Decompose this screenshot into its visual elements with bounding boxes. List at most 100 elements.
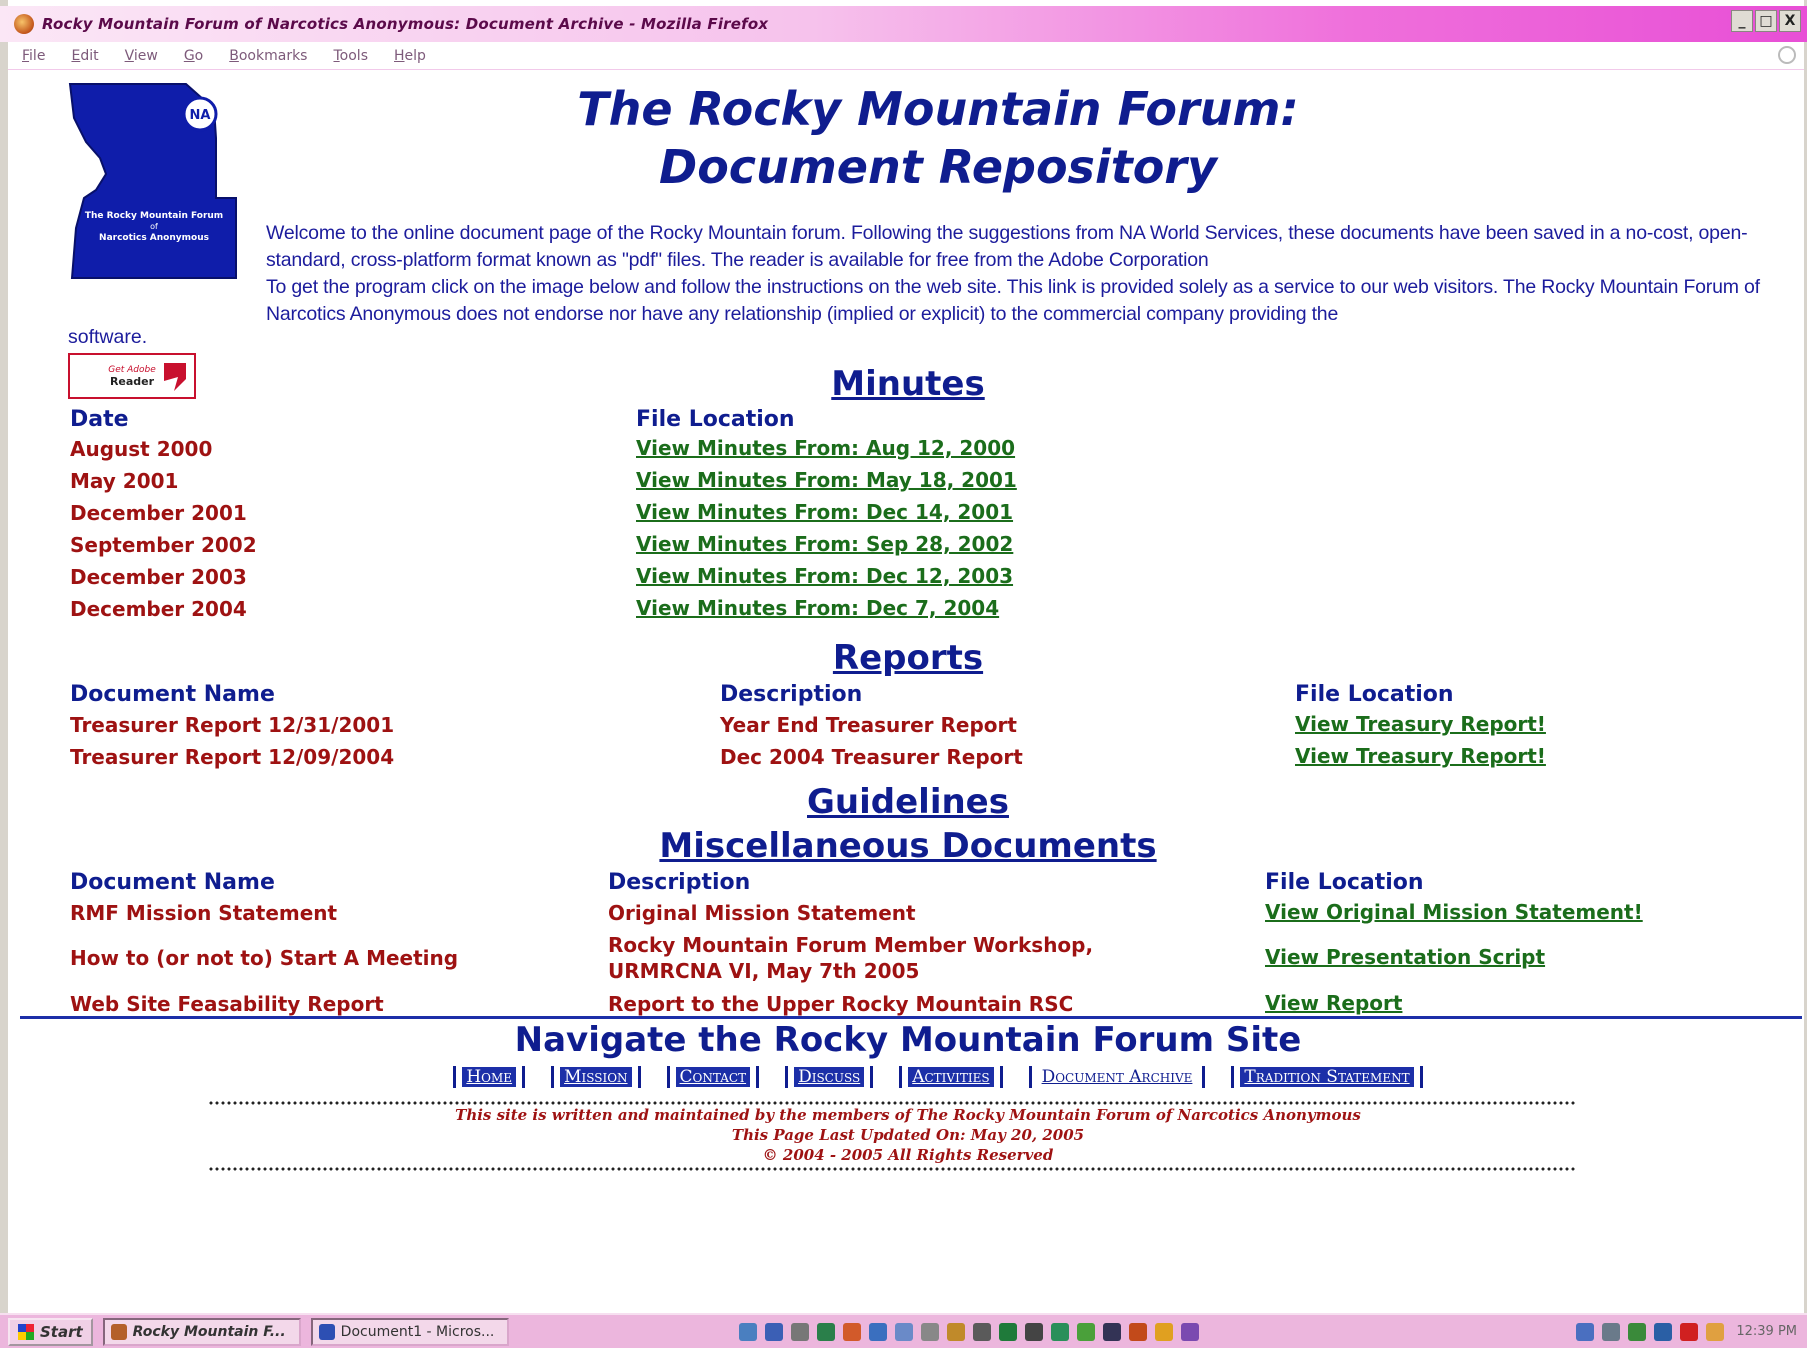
- nav-document-archive[interactable]: Document Archive: [1028, 1066, 1206, 1088]
- report-link[interactable]: View Treasury Report!: [1295, 744, 1546, 768]
- report-link[interactable]: View Treasury Report!: [1295, 712, 1546, 736]
- quick-launch-icon[interactable]: [816, 1322, 835, 1341]
- logo-text-line2: of: [150, 222, 158, 231]
- nav-document-archive-label: Document Archive: [1041, 1067, 1193, 1087]
- taskbar-item-word[interactable]: Document1 - Micros...: [310, 1317, 509, 1346]
- misc-doc-link[interactable]: View Presentation Script: [1265, 945, 1545, 969]
- tray-icon[interactable]: [1628, 1322, 1647, 1341]
- report-name: Treasurer Report 12/09/2004: [70, 745, 395, 769]
- misc-col-name: Document Name: [70, 870, 275, 895]
- window-controls: _ □ X: [1731, 10, 1801, 32]
- intro-paragraph-2: To get the program click on the image be…: [266, 276, 1760, 325]
- misc-doc-link[interactable]: View Report: [1265, 991, 1402, 1015]
- adobe-get-label: Get Adobe: [108, 364, 156, 375]
- taskbar-item-firefox[interactable]: Rocky Mountain F...: [102, 1317, 301, 1346]
- system-tray: [1576, 1322, 1725, 1341]
- close-button[interactable]: X: [1779, 10, 1801, 32]
- quick-launch-icon[interactable]: [1128, 1322, 1147, 1341]
- quick-launch-icon[interactable]: [1024, 1322, 1043, 1341]
- misc-doc-desc-line1: Rocky Mountain Forum Member Workshop,: [608, 933, 1094, 957]
- tray-icon[interactable]: [1576, 1322, 1595, 1341]
- window-title: Rocky Mountain Forum of Narcotics Anonym…: [42, 15, 769, 33]
- menu-tools[interactable]: Tools: [333, 48, 368, 64]
- minutes-link[interactable]: View Minutes From: Dec 7, 2004: [636, 596, 999, 620]
- nav-home[interactable]: Home: [453, 1066, 526, 1088]
- minutes-date: December 2004: [70, 597, 247, 621]
- quick-launch-icon[interactable]: [920, 1322, 939, 1341]
- reports-title[interactable]: Reports: [608, 638, 1208, 678]
- misc-title[interactable]: Miscellaneous Documents: [508, 826, 1308, 866]
- minutes-link[interactable]: View Minutes From: Sep 28, 2002: [636, 532, 1013, 556]
- logo-text-line3: Narcotics Anonymous: [99, 233, 209, 243]
- nav-contact[interactable]: Contact: [666, 1066, 760, 1088]
- get-adobe-reader-button[interactable]: Get Adobe Reader: [68, 353, 196, 399]
- quick-launch-icon[interactable]: [790, 1322, 809, 1341]
- tray-icon[interactable]: [1654, 1322, 1673, 1341]
- tray-icon[interactable]: [1602, 1322, 1621, 1341]
- menu-edit[interactable]: Edit: [71, 48, 98, 64]
- footer-updated-text: This Page Last Updated On: May 20, 2005: [731, 1126, 1085, 1144]
- taskbar-clock: 12:39 PM: [1736, 1324, 1797, 1339]
- quick-launch-icon[interactable]: [894, 1322, 913, 1341]
- quick-launch-icon[interactable]: [738, 1322, 757, 1341]
- nav-activities-label: Activities: [908, 1067, 994, 1087]
- nav-mission[interactable]: Mission: [551, 1066, 641, 1088]
- guidelines-title[interactable]: Guidelines: [608, 782, 1208, 822]
- quick-launch-icon[interactable]: [1180, 1322, 1199, 1341]
- quick-launch-icon[interactable]: [1076, 1322, 1095, 1341]
- start-button[interactable]: Start: [8, 1317, 93, 1346]
- minutes-title[interactable]: Minutes: [608, 364, 1208, 404]
- quick-launch-icon[interactable]: [972, 1322, 991, 1341]
- quick-launch-icon[interactable]: [1050, 1322, 1069, 1341]
- start-label: Start: [40, 1322, 83, 1341]
- windows-flag-icon: [18, 1323, 34, 1340]
- quick-launch-icon[interactable]: [842, 1322, 861, 1341]
- nav-discuss[interactable]: Discuss: [785, 1066, 874, 1088]
- minutes-link[interactable]: View Minutes From: May 18, 2001: [636, 468, 1017, 492]
- menu-bookmarks[interactable]: Bookmarks: [229, 48, 307, 64]
- site-nav: Home Mission Contact Discuss Activities …: [388, 1066, 1488, 1088]
- misc-doc-desc-line2: URMRCNA VI, May 7th 2005: [608, 959, 920, 983]
- misc-doc-name: How to (or not to) Start A Meeting: [70, 946, 459, 970]
- quick-launch-icon[interactable]: [764, 1322, 783, 1341]
- adobe-logo-icon: [164, 363, 186, 391]
- report-name: Treasurer Report 12/31/2001: [70, 713, 395, 737]
- page-title-line2: Document Repository: [659, 140, 1217, 194]
- misc-col-desc: Description: [608, 870, 751, 895]
- taskbar-item-label: Rocky Mountain F...: [132, 1323, 286, 1340]
- minutes-date: August 2000: [70, 437, 213, 461]
- quick-launch-icon[interactable]: [1102, 1322, 1121, 1341]
- misc-doc-desc: Report to the Upper Rocky Mountain RSC: [608, 992, 1074, 1016]
- nav-contact-label: Contact: [675, 1067, 751, 1087]
- maximize-button[interactable]: □: [1755, 10, 1777, 32]
- nav-activities[interactable]: Activities: [899, 1066, 1003, 1088]
- nav-title: Navigate the Rocky Mountain Forum Site: [514, 1020, 1302, 1060]
- tray-icon[interactable]: [1680, 1322, 1699, 1341]
- minutes-link[interactable]: View Minutes From: Dec 12, 2003: [636, 564, 1013, 588]
- misc-doc-link[interactable]: View Original Mission Statement!: [1265, 900, 1643, 924]
- menu-view[interactable]: View: [125, 48, 158, 64]
- nav-mission-label: Mission: [560, 1067, 632, 1087]
- page-title-line1: The Rocky Mountain Forum:: [577, 82, 1299, 136]
- minutes-date: December 2001: [70, 501, 247, 525]
- minimize-button[interactable]: _: [1731, 10, 1753, 32]
- quick-launch-icon[interactable]: [998, 1322, 1017, 1341]
- quick-launch-icon[interactable]: [868, 1322, 887, 1341]
- quick-launch-icon[interactable]: [1154, 1322, 1173, 1341]
- menu-file[interactable]: File: [22, 48, 45, 64]
- title-bar[interactable]: Rocky Mountain Forum of Narcotics Anonym…: [0, 6, 1807, 42]
- adobe-reader-label: Reader: [109, 374, 155, 388]
- menu-go[interactable]: Go: [184, 48, 203, 64]
- nav-home-label: Home: [462, 1067, 517, 1087]
- logo-badge: NA: [190, 108, 211, 123]
- reports-col-desc: Description: [720, 682, 863, 707]
- nav-tradition-statement[interactable]: Tradition Statement: [1231, 1066, 1423, 1088]
- reports-col-name: Document Name: [70, 682, 275, 707]
- minutes-date: December 2003: [70, 565, 247, 589]
- minutes-link[interactable]: View Minutes From: Aug 12, 2000: [636, 436, 1015, 460]
- menu-help[interactable]: Help: [394, 48, 426, 64]
- minutes-link[interactable]: View Minutes From: Dec 14, 2001: [636, 500, 1013, 524]
- quick-launch-icon[interactable]: [946, 1322, 965, 1341]
- footer-maintained-text: This site is written and maintained by t…: [455, 1106, 1361, 1124]
- tray-icon[interactable]: [1706, 1322, 1725, 1341]
